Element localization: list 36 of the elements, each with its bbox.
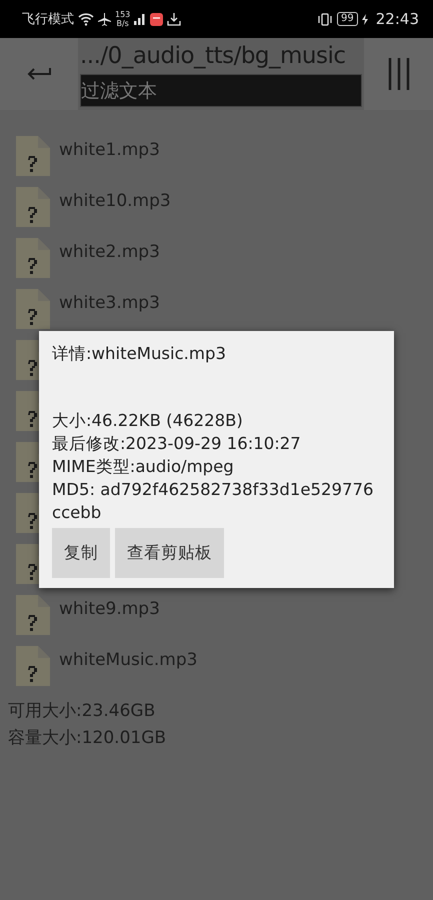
detail-line: MIME类型:audio/mpeg (52, 456, 235, 478)
detail-line: 大小:46.22KB (46228B) (52, 410, 244, 432)
dialog-button[interactable]: 查看剪贴板 (115, 528, 224, 578)
unknown-file-icon (16, 136, 50, 176)
vibrate-icon (317, 12, 334, 26)
signal-icon (134, 14, 146, 24)
detail-line: 最后修改:2023-09-29 16:10:27 (52, 433, 302, 455)
vertical-bars-icon (386, 56, 410, 92)
unknown-file-icon (16, 646, 50, 686)
file-name[interactable]: white10.mp3 (59, 191, 171, 211)
file-name[interactable]: white9.mp3 (59, 599, 160, 619)
file-name[interactable]: white2.mp3 (59, 242, 160, 262)
folder-path: .../0_audio_tts/bg_music (80, 42, 347, 71)
dialog-title: 详情:whiteMusic.mp3 (52, 343, 227, 365)
battery-level: 99 (337, 12, 358, 26)
wifi-icon (78, 12, 94, 26)
charging-icon (362, 14, 368, 24)
airplane-icon (98, 12, 111, 26)
app-notification-icon (150, 12, 164, 26)
clock: 22:43 (376, 10, 419, 28)
return-arrow-icon (26, 66, 52, 82)
unknown-file-icon (16, 238, 50, 278)
storage-info: 容量大小:120.01GB (8, 727, 168, 749)
detail-line: MD5: ad792f462582738f33d1e529776ccebb (52, 479, 375, 524)
dialog-button[interactable]: 复制 (52, 528, 110, 578)
file-name[interactable]: white3.mp3 (59, 293, 160, 313)
unknown-file-icon (16, 595, 50, 635)
file-name[interactable]: whiteMusic.mp3 (59, 650, 198, 670)
download-icon (167, 12, 182, 26)
network-speed: 153 B/s (115, 10, 130, 28)
file-name[interactable]: white1.mp3 (59, 140, 160, 160)
storage-info: 可用大小:23.46GB (8, 700, 156, 722)
airplane-mode-label: 飞行模式 (22, 11, 74, 28)
unknown-file-icon (16, 187, 50, 227)
filter-field[interactable]: 过滤文本 (80, 74, 362, 107)
unknown-file-icon (16, 289, 50, 329)
